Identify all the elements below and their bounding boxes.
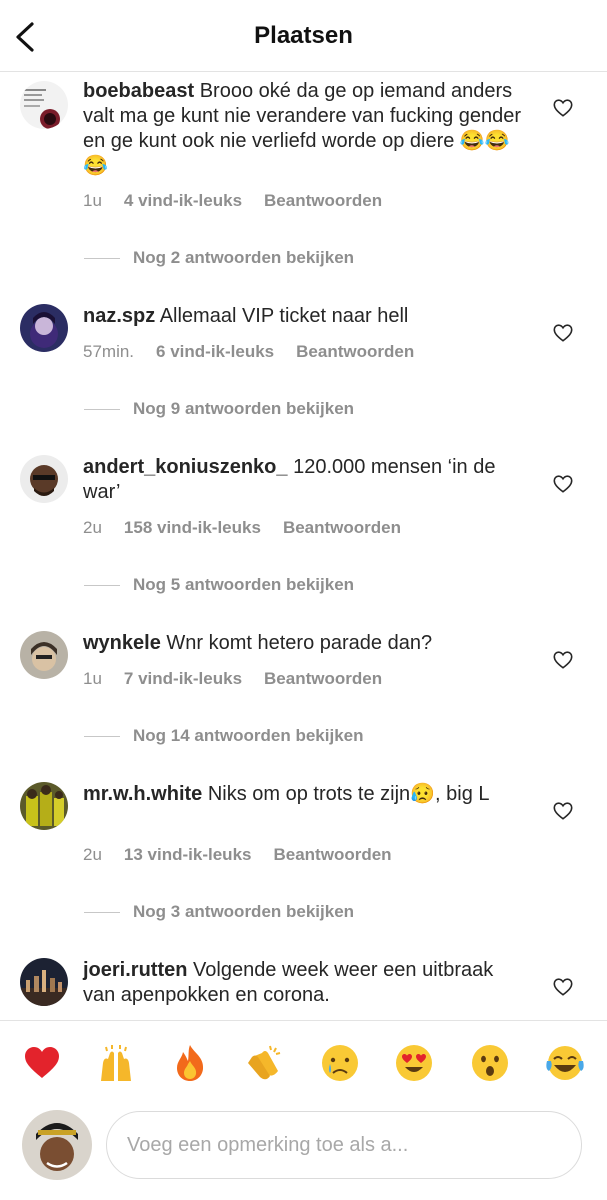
astonished-face-icon [472, 1045, 508, 1081]
comment-text: andert_koniuszenko_ 120.000 mensen ‘in d… [83, 455, 523, 505]
comment-meta: 2u 13 vind-ik-leuks Beantwoorden [83, 845, 414, 865]
comment-username[interactable]: naz.spz [83, 305, 155, 327]
comment-likes[interactable]: 158 vind-ik-leuks [124, 518, 261, 537]
heart-outline-icon [553, 802, 573, 820]
view-replies-button[interactable]: Nog 2 antwoorden bekijken [84, 248, 354, 268]
reply-button[interactable]: Beantwoorden [273, 845, 391, 864]
view-replies-button[interactable]: Nog 3 antwoorden bekijken [84, 902, 354, 922]
page-title: Plaatsen [254, 22, 353, 49]
view-replies-button[interactable]: Nog 5 antwoorden bekijken [84, 575, 354, 595]
comment-time: 57min. [83, 342, 135, 361]
crying-face-icon [322, 1045, 358, 1081]
raising-hands-emoji-button[interactable] [96, 1043, 136, 1083]
emoji-reaction-bar [0, 1020, 607, 1104]
avatar[interactable] [20, 782, 68, 830]
reply-button[interactable]: Beantwoorden [283, 518, 401, 537]
replies-divider-line [84, 736, 120, 738]
replies-divider-line [84, 409, 120, 411]
comment-content: Wnr komt hetero parade dan? [166, 632, 433, 654]
view-replies-label: Nog 9 antwoorden bekijken [133, 399, 355, 418]
comment-composer [0, 1104, 607, 1200]
comment-likes[interactable]: 4 vind-ik-leuks [124, 191, 242, 210]
like-button[interactable] [552, 97, 574, 119]
comment-likes[interactable]: 13 vind-ik-leuks [124, 845, 252, 864]
astonished-face-emoji-button[interactable] [470, 1043, 510, 1083]
view-replies-label: Nog 3 antwoorden bekijken [133, 902, 355, 921]
heart-outline-icon [553, 324, 573, 342]
avatar[interactable] [20, 304, 68, 352]
comment-meta: 1u 7 vind-ik-leuks Beantwoorden [83, 669, 404, 689]
replies-divider-line [84, 585, 120, 587]
comment-likes[interactable]: 6 vind-ik-leuks [156, 342, 274, 361]
tears-of-joy-face-icon [546, 1046, 584, 1080]
comment-list[interactable]: boebabeast Brooo oké da ge op iemand and… [0, 73, 607, 1019]
red-heart-icon [25, 1047, 59, 1078]
comment-likes[interactable]: 7 vind-ik-leuks [124, 669, 242, 688]
replies-divider-line [84, 912, 120, 914]
avatar[interactable] [20, 81, 68, 129]
avatar[interactable] [20, 455, 68, 503]
comment-content: Allemaal VIP ticket naar hell [159, 305, 409, 327]
tears-of-joy-emoji-button[interactable] [545, 1043, 585, 1083]
clapping-hands-icon [248, 1045, 281, 1080]
view-replies-label: Nog 14 antwoorden bekijken [133, 726, 364, 745]
comment-meta: 2u 158 vind-ik-leuks Beantwoorden [83, 518, 423, 538]
add-comment-input[interactable] [106, 1111, 582, 1179]
comment-username[interactable]: andert_koniuszenko_ [83, 456, 288, 478]
comment-username[interactable]: boebabeast [83, 80, 194, 102]
reply-button[interactable]: Beantwoorden [296, 342, 414, 361]
view-replies-button[interactable]: Nog 14 antwoorden bekijken [84, 726, 364, 746]
heart-outline-icon [553, 978, 573, 996]
avatar[interactable] [20, 631, 68, 679]
like-button[interactable] [552, 976, 574, 998]
comment-time: 2u [83, 518, 102, 537]
red-heart-emoji-button[interactable] [22, 1043, 62, 1083]
view-replies-label: Nog 5 antwoorden bekijken [133, 575, 355, 594]
reply-button[interactable]: Beantwoorden [264, 191, 382, 210]
comment-text: boebabeast Brooo oké da ge op iemand and… [83, 79, 523, 179]
comment-content: Niks om op trots te zijn😥, big L [207, 783, 490, 805]
heart-eyes-face-icon [396, 1045, 432, 1081]
heart-outline-icon [553, 475, 573, 493]
comment-text: wynkele Wnr komt hetero parade dan? [83, 631, 523, 656]
avatar[interactable] [20, 958, 68, 1006]
like-button[interactable] [552, 800, 574, 822]
header-bar: Plaatsen [0, 0, 607, 72]
heart-eyes-emoji-button[interactable] [394, 1043, 434, 1083]
comment-text: mr.w.h.white Niks om op trots te zijn😥, … [83, 782, 523, 807]
fire-icon [177, 1045, 204, 1081]
raising-hands-icon [101, 1045, 131, 1081]
view-replies-label: Nog 2 antwoorden bekijken [133, 248, 355, 267]
reply-button[interactable]: Beantwoorden [264, 669, 382, 688]
fire-emoji-button[interactable] [170, 1043, 210, 1083]
like-button[interactable] [552, 473, 574, 495]
replies-divider-line [84, 258, 120, 260]
view-replies-button[interactable]: Nog 9 antwoorden bekijken [84, 399, 354, 419]
comment-username[interactable]: joeri.rutten [83, 959, 187, 981]
comment-username[interactable]: mr.w.h.white [83, 783, 202, 805]
comment-time: 1u [83, 669, 102, 688]
comment-username[interactable]: wynkele [83, 632, 161, 654]
comment-text: joeri.rutten Volgende week weer een uitb… [83, 958, 523, 1008]
like-button[interactable] [552, 649, 574, 671]
comment-meta: 1u 4 vind-ik-leuks Beantwoorden [83, 191, 404, 211]
current-user-avatar[interactable] [22, 1110, 92, 1180]
comment-text: naz.spz Allemaal VIP ticket naar hell [83, 304, 523, 329]
heart-outline-icon [553, 651, 573, 669]
clapping-hands-emoji-button[interactable] [244, 1043, 284, 1083]
comment-time: 1u [83, 191, 102, 210]
comment-time: 2u [83, 845, 102, 864]
heart-outline-icon [553, 99, 573, 117]
like-button[interactable] [552, 322, 574, 344]
crying-face-emoji-button[interactable] [320, 1043, 360, 1083]
comment-meta: 57min. 6 vind-ik-leuks Beantwoorden [83, 342, 436, 362]
